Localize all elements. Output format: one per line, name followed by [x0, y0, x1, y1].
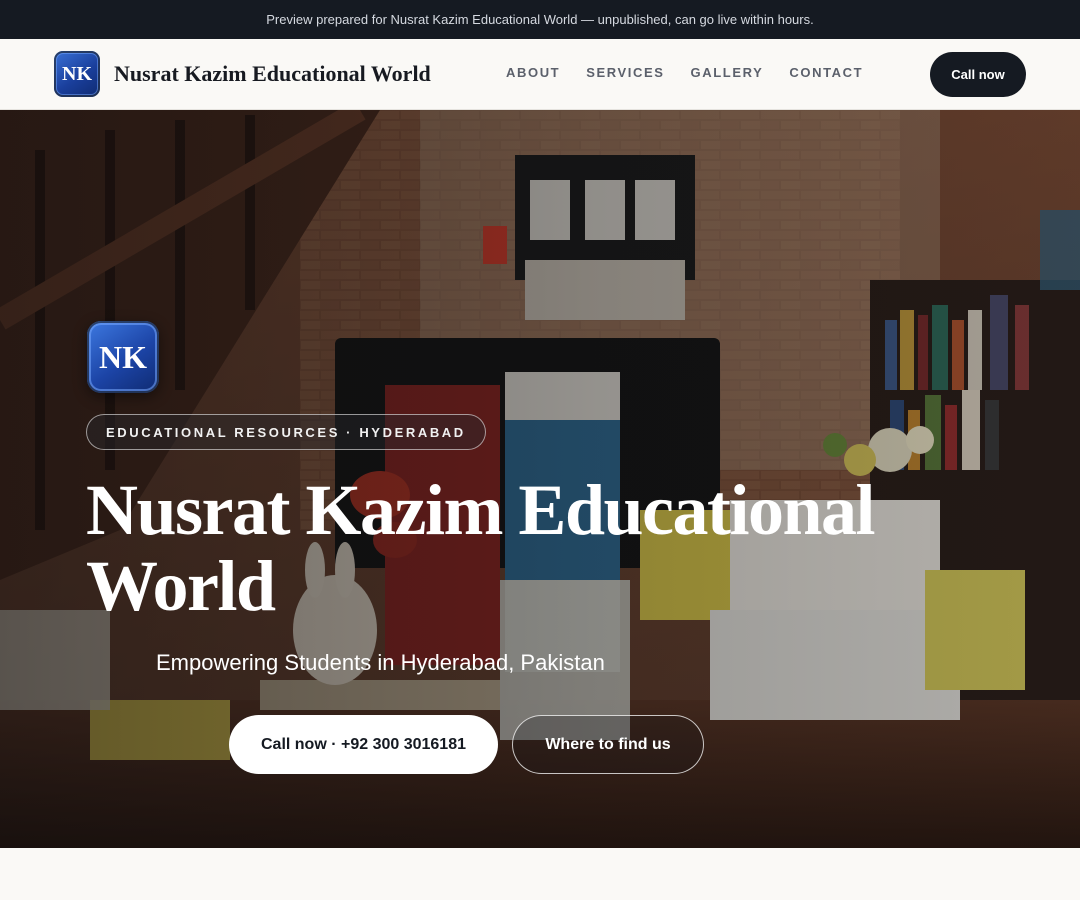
hero-title: Nusrat Kazim Educational World	[86, 470, 876, 626]
header-call-button[interactable]: Call now	[930, 52, 1026, 97]
nav-link-gallery[interactable]: GALLERY	[691, 65, 764, 80]
brand-logo[interactable]: NK	[54, 51, 100, 97]
brand-logo-initials: NK	[62, 62, 92, 85]
hero-call-button[interactable]: Call now · +92 300 3016181	[229, 715, 498, 774]
hero-directions-button[interactable]: Where to find us	[512, 715, 704, 774]
brand-name[interactable]: Nusrat Kazim Educational World	[114, 61, 431, 87]
preview-notice-text: Preview prepared for Nusrat Kazim Educat…	[266, 12, 814, 27]
hero-subtitle: Empowering Students in Hyderabad, Pakist…	[156, 650, 605, 675]
nav-link-about[interactable]: ABOUT	[506, 65, 560, 80]
hero-category-badge: EDUCATIONAL RESOURCES · HYDERABAD	[86, 414, 486, 450]
nav-link-contact[interactable]: CONTACT	[789, 65, 863, 80]
site-header: NK Nusrat Kazim Educational World ABOUT …	[0, 39, 1080, 110]
hero-logo: NK	[87, 321, 159, 393]
main-nav: ABOUT SERVICES GALLERY CONTACT	[506, 65, 889, 80]
preview-notice-bar: Preview prepared for Nusrat Kazim Educat…	[0, 0, 1080, 39]
nav-link-services[interactable]: SERVICES	[586, 65, 664, 80]
hero-section: NK EDUCATIONAL RESOURCES · HYDERABAD Nus…	[0, 110, 1080, 848]
hero-logo-initials: NK	[99, 338, 147, 375]
